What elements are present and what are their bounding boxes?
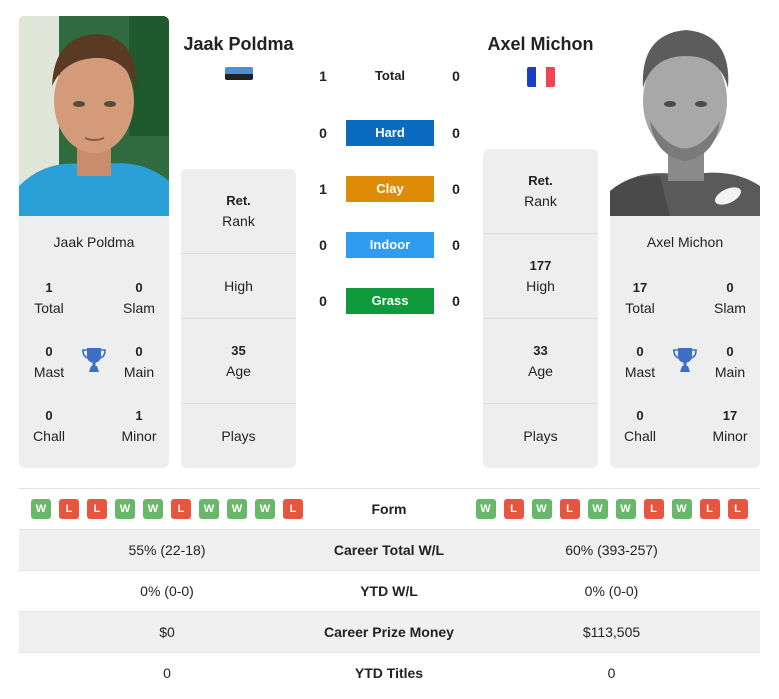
form-win-badge[interactable]: W <box>615 499 636 519</box>
player2-high: 177 High <box>483 234 598 319</box>
player1-ytd-wl: 0% (0-0) <box>140 583 194 599</box>
player1-high: High <box>181 254 296 319</box>
player2-photo <box>610 16 760 216</box>
form-loss-badge[interactable]: L <box>503 499 524 519</box>
h2h-grass-p1: 0 <box>319 293 327 309</box>
form-loss-badge[interactable]: L <box>59 499 79 519</box>
trophy-icon <box>673 348 697 372</box>
player1-form: WLLWWLWWWL <box>19 499 315 519</box>
form-win-badge[interactable]: W <box>227 499 247 519</box>
player2-rank-panel: Ret. Rank 177 High 33 Age Plays <box>483 149 598 468</box>
player2-ytd-wl: 0% (0-0) <box>584 583 639 599</box>
player1-prize-money: $0 <box>159 624 175 640</box>
player1-challenger-titles: 0 Chall <box>33 408 65 444</box>
player1-age: 35 Age <box>181 319 296 404</box>
form-win-badge[interactable]: W <box>199 499 219 519</box>
player1-ytd-titles: 0 <box>163 665 171 681</box>
estonia-flag-icon <box>225 67 253 80</box>
player2-plays: Plays <box>523 428 558 444</box>
surface-indoor-badge: Indoor <box>346 232 434 258</box>
h2h-total-p2: 0 <box>452 68 460 84</box>
player2-career-wl: 60% (393-257) <box>565 542 658 558</box>
player1-name[interactable]: Jaak Poldma <box>170 34 307 55</box>
player2-ytd-titles: 0 <box>607 665 616 681</box>
h2h-hard-p1: 0 <box>319 125 327 141</box>
form-win-badge[interactable]: W <box>587 499 608 519</box>
player1-slam-titles: 0 Slam <box>123 280 155 316</box>
form-win-badge[interactable]: W <box>115 499 135 519</box>
player1-rank: Ret. Rank <box>181 169 296 254</box>
player2-name[interactable]: Axel Michon <box>472 34 609 55</box>
form-loss-badge[interactable]: L <box>283 499 303 519</box>
player1-plays: Plays <box>221 428 256 444</box>
form-loss-badge[interactable]: L <box>727 499 748 519</box>
row-label: Career Total W/L <box>333 542 445 558</box>
player1-card-name: Jaak Poldma <box>53 234 135 250</box>
player2-challenger-titles: 0 Chall <box>624 408 656 444</box>
surface-clay-badge: Clay <box>346 176 434 202</box>
h2h-indoor-p1: 0 <box>319 237 327 253</box>
player1-main-titles: 0 Main <box>123 344 155 380</box>
h2h-grass-p2: 0 <box>452 293 460 309</box>
form-label: Form <box>371 501 407 517</box>
form-win-badge[interactable]: W <box>31 499 51 519</box>
player1-minor-titles: 1 Minor <box>121 408 157 444</box>
surface-grass-badge: Grass <box>346 288 434 314</box>
player2-rank: Ret. Rank <box>483 149 598 234</box>
player1-photo <box>19 16 169 216</box>
form-row: WLLWWLWWWL Form WLWLWWLWLL <box>19 488 760 529</box>
player2-masters-titles: 0 Mast <box>624 344 656 380</box>
h2h-hard-p2: 0 <box>452 125 460 141</box>
h2h-indoor-row: 0 Indoor 0 <box>305 232 475 258</box>
surface-hard-badge: Hard <box>346 120 434 146</box>
player1-card: Jaak Poldma 1 Total 0 Slam 0 Mast 0 Main… <box>19 216 169 468</box>
table-row: 0% (0-0) YTD W/L 0% (0-0) <box>19 570 760 611</box>
table-row: 55% (22-18) Career Total W/L 60% (393-25… <box>19 529 760 570</box>
form-win-badge[interactable]: W <box>531 499 552 519</box>
form-loss-badge[interactable]: L <box>171 499 191 519</box>
player2-card: Axel Michon 17 Total 0 Slam 0 Mast 0 Mai… <box>610 216 760 468</box>
form-win-badge[interactable]: W <box>255 499 275 519</box>
form-loss-badge[interactable]: L <box>559 499 580 519</box>
row-label: YTD W/L <box>360 583 418 599</box>
form-win-badge[interactable]: W <box>671 499 692 519</box>
player2-card-name: Axel Michon <box>646 234 724 250</box>
row-label: YTD Titles <box>354 665 424 681</box>
player2-minor-titles: 17 Minor <box>712 408 748 444</box>
h2h-total-row: 1 Total 0 <box>305 63 475 89</box>
form-win-badge[interactable]: W <box>143 499 163 519</box>
table-row: $0 Career Prize Money $113,505 <box>19 611 760 652</box>
h2h-clay-p1: 1 <box>319 181 327 197</box>
player1-rank-panel: Ret. Rank High 35 Age Plays <box>181 169 296 468</box>
h2h-total-label: Total <box>374 68 406 83</box>
h2h-clay-p2: 0 <box>452 181 460 197</box>
player2-age: 33 Age <box>483 319 598 404</box>
h2h-grass-row: 0 Grass 0 <box>305 288 475 314</box>
player2-slam-titles: 0 Slam <box>714 280 746 316</box>
form-loss-badge[interactable]: L <box>699 499 720 519</box>
trophy-icon <box>82 348 106 372</box>
table-row: 0 YTD Titles 0 <box>19 652 760 693</box>
row-label: Career Prize Money <box>324 624 454 640</box>
france-flag-icon <box>527 67 555 87</box>
player2-form: WLWLWWLWLL <box>463 499 760 519</box>
player1-masters-titles: 0 Mast <box>33 344 65 380</box>
h2h-hard-row: 0 Hard 0 <box>305 120 475 146</box>
h2h-total-p1: 1 <box>319 68 327 84</box>
form-win-badge[interactable]: W <box>475 499 496 519</box>
player2-prize-money: $113,505 <box>582 624 641 640</box>
h2h-clay-row: 1 Clay 0 <box>305 176 475 202</box>
player2-main-titles: 0 Main <box>714 344 746 380</box>
form-loss-badge[interactable]: L <box>87 499 107 519</box>
player1-career-wl: 55% (22-18) <box>128 542 206 558</box>
comparison-table: WLLWWLWWWL Form WLWLWWLWLL 55% (22-18) C… <box>19 488 760 693</box>
player1-total-titles: 1 Total <box>34 280 64 316</box>
h2h-indoor-p2: 0 <box>452 237 460 253</box>
player2-total-titles: 17 Total <box>625 280 655 316</box>
form-loss-badge[interactable]: L <box>643 499 664 519</box>
